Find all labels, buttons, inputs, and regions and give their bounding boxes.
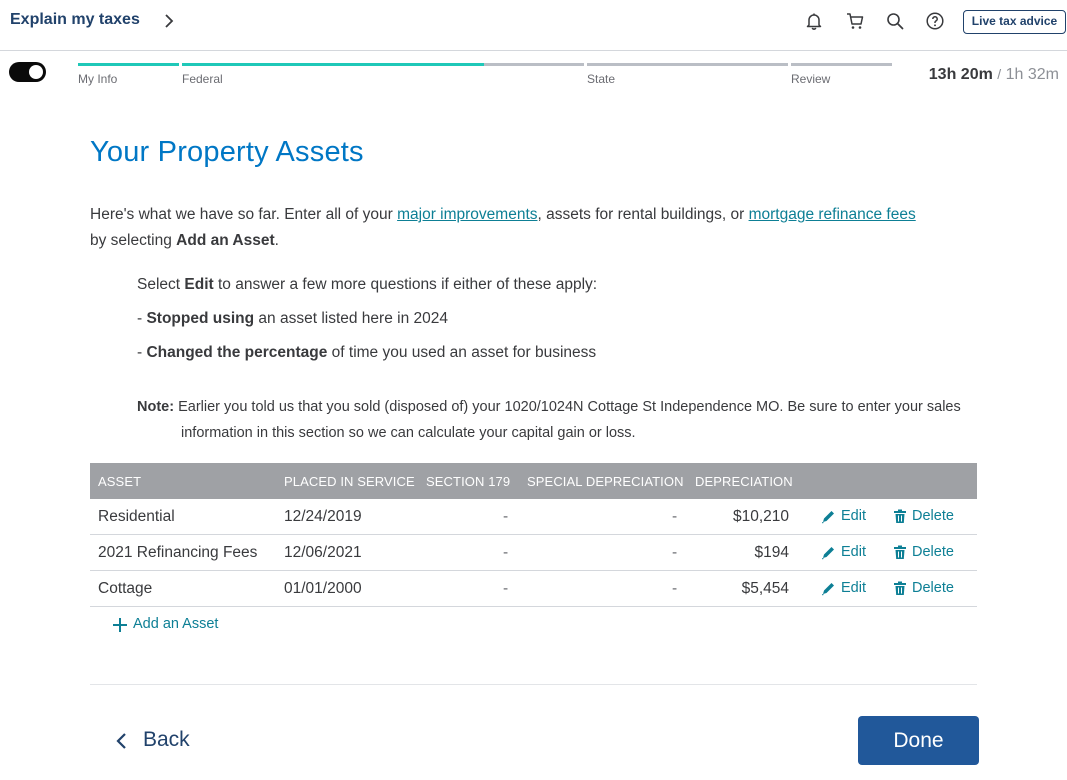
timer-separator: / <box>997 66 1002 82</box>
sale-note: Note: Earlier you told us that you sold … <box>137 394 979 446</box>
header-section-179: SECTION 179 <box>426 474 511 489</box>
timer-elapsed: 13h 20m <box>928 66 993 83</box>
step-label-review[interactable]: Review <box>791 72 830 86</box>
cell-depreciation: $5,454 <box>741 580 789 597</box>
instruction-bold: Edit <box>184 276 214 293</box>
step-label-my-info[interactable]: My Info <box>78 72 117 86</box>
live-tax-advice-button[interactable]: Live tax advice <box>963 10 1066 34</box>
pencil-icon <box>822 583 834 596</box>
delete-button[interactable]: Delete <box>893 580 954 596</box>
note-text: Earlier you told us that you sold (dispo… <box>174 399 961 441</box>
progress-segment-state <box>587 63 788 66</box>
chevron-left-icon <box>116 733 126 749</box>
page-title: Your Property Assets <box>90 136 364 168</box>
table-header: ASSET PLACED IN SERVICE SECTION 179 SPEC… <box>90 463 977 499</box>
help-icon[interactable] <box>925 11 945 31</box>
cart-icon[interactable] <box>845 11 865 31</box>
edit-button[interactable]: Edit <box>821 580 866 596</box>
search-icon[interactable] <box>885 11 905 31</box>
trash-icon <box>894 545 906 559</box>
back-button[interactable]: Back <box>115 728 190 752</box>
progress-segment-federal <box>182 63 584 66</box>
edit-button[interactable]: Edit <box>821 508 866 524</box>
cell-section-179: - <box>503 580 509 597</box>
step-label-federal[interactable]: Federal <box>182 72 223 86</box>
instruction-part: Select <box>137 276 185 293</box>
cell-depreciation: $10,210 <box>732 508 789 525</box>
toggle-knob <box>29 65 43 79</box>
major-improvements-link[interactable]: major improvements <box>397 206 537 223</box>
bullet-bold: Stopped using <box>146 310 255 327</box>
cell-placed-in-service: 12/06/2021 <box>284 544 362 561</box>
bullet-text: of time you used an asset for business <box>327 344 597 361</box>
progress-segment-review <box>791 63 892 66</box>
done-button[interactable]: Done <box>858 716 979 765</box>
progress-fill <box>78 63 179 66</box>
edit-button[interactable]: Edit <box>821 544 866 560</box>
delete-button[interactable]: Delete <box>893 508 954 524</box>
progress-segment-my-info <box>78 63 179 66</box>
bullet-bold: Changed the percentage <box>146 344 328 361</box>
instruction-part: to answer a few more questions if either… <box>213 276 598 293</box>
explain-my-taxes-link[interactable]: Explain my taxes <box>10 11 140 29</box>
pencil-icon <box>822 511 834 524</box>
add-asset-button[interactable]: Add an Asset <box>112 616 218 632</box>
trash-icon <box>894 509 906 523</box>
step-label-state[interactable]: State <box>587 72 615 86</box>
time-estimate: 13h 20m / 1h 32m <box>929 66 1059 84</box>
mortgage-refinance-fees-link[interactable]: mortgage refinance fees <box>749 206 916 223</box>
intro-part: . <box>274 232 279 249</box>
chevron-right-icon[interactable] <box>160 12 178 30</box>
bullet-text: an asset listed here in 2024 <box>254 310 448 327</box>
cell-asset: Residential <box>98 508 175 525</box>
header-placed-in-service: PLACED IN SERVICE <box>284 474 415 489</box>
assets-table: ASSET PLACED IN SERVICE SECTION 179 SPEC… <box>90 463 977 607</box>
note-label: Note: <box>137 399 175 415</box>
intro-part: by selecting <box>90 232 177 249</box>
header-depreciation: DEPRECIATION <box>695 474 793 489</box>
cell-placed-in-service: 12/24/2019 <box>284 508 362 525</box>
timer-total: 1h 32m <box>1005 66 1059 83</box>
cell-section-179: - <box>503 544 509 561</box>
cell-special-depreciation: - <box>672 544 678 561</box>
toggle-switch[interactable] <box>9 62 46 82</box>
table-row: 2021 Refinancing Fees 12/06/2021 - - $19… <box>90 535 977 571</box>
bell-icon[interactable] <box>804 11 824 31</box>
edit-instructions: Select Edit to answer a few more questio… <box>137 276 597 294</box>
top-bar: Explain my taxes Live tax advice <box>0 0 1067 51</box>
progress-fill <box>182 63 484 66</box>
pencil-icon <box>822 547 834 560</box>
header-special-depreciation: SPECIAL DEPRECIATION <box>527 474 684 489</box>
cell-section-179: - <box>503 508 509 525</box>
delete-button[interactable]: Delete <box>893 544 954 560</box>
cell-special-depreciation: - <box>672 580 678 597</box>
intro-text: Here's what we have so far. Enter all of… <box>90 202 980 254</box>
table-row: Residential 12/24/2019 - - $10,210 Edit … <box>90 499 977 535</box>
cell-asset: 2021 Refinancing Fees <box>98 544 258 561</box>
cell-asset: Cottage <box>98 580 153 597</box>
intro-bold: Add an Asset <box>176 232 275 249</box>
bullet-changed-percentage: - Changed the percentage of time you use… <box>137 344 596 362</box>
intro-part: Here's what we have so far. Enter all of… <box>90 206 398 223</box>
cell-placed-in-service: 01/01/2000 <box>284 580 362 597</box>
intro-part: , assets for rental buildings, or <box>537 206 749 223</box>
header-asset: ASSET <box>98 474 142 489</box>
cell-depreciation: $194 <box>754 544 789 561</box>
trash-icon <box>894 581 906 595</box>
divider <box>90 684 977 685</box>
cell-special-depreciation: - <box>672 508 678 525</box>
plus-icon <box>113 618 127 632</box>
bullet-stopped-using: - Stopped using an asset listed here in … <box>137 310 448 328</box>
table-row: Cottage 01/01/2000 - - $5,454 Edit Delet… <box>90 571 977 607</box>
